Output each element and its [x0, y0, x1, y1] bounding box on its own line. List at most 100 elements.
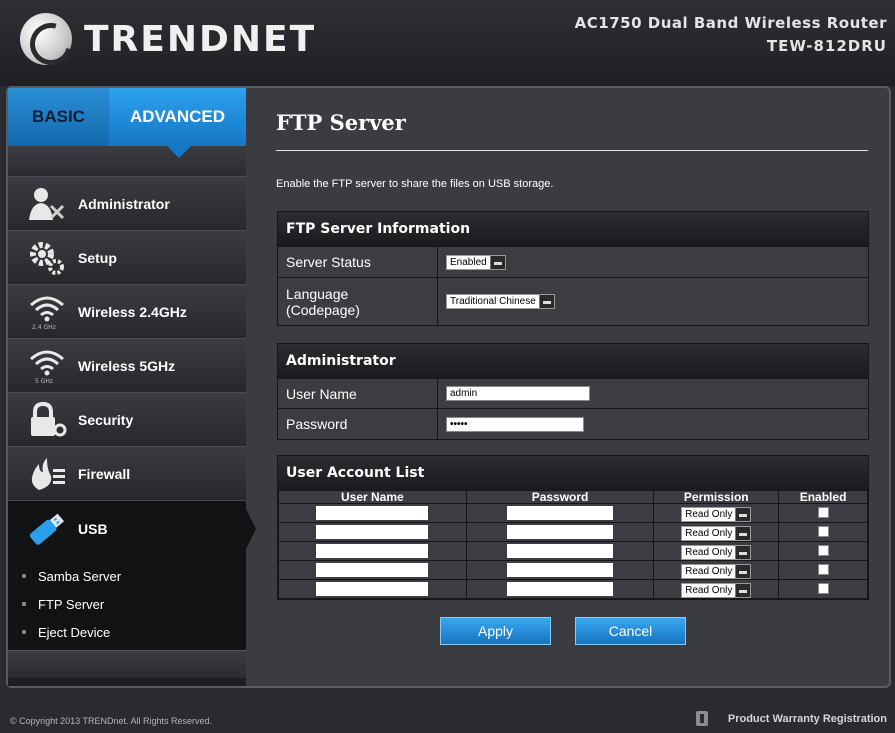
submenu-item-eject-device[interactable]: Eject Device — [8, 618, 246, 646]
sidebar-item-firewall[interactable]: Firewall — [8, 446, 246, 500]
sidebar-item-label: Wireless 5GHz — [78, 357, 176, 374]
tab-basic[interactable]: BASIC — [8, 88, 109, 146]
field-value: Traditional Chinese — [438, 278, 868, 325]
wifi-icon: 5 GHz — [22, 346, 72, 386]
dropdown-arrow-icon — [538, 295, 554, 308]
tab-advanced[interactable]: ADVANCED — [109, 88, 246, 158]
select-value: Traditional Chinese — [450, 296, 536, 307]
sidebar-item-label: Security — [78, 411, 134, 428]
dropdown-arrow-icon — [735, 565, 751, 578]
title-divider — [276, 150, 868, 151]
account-enabled-checkbox[interactable] — [817, 545, 829, 557]
column-header: Enabled — [778, 490, 868, 504]
user-account-list-section: User Account List User Name Password Per… — [277, 455, 869, 600]
svg-text:5 GHz: 5 GHz — [35, 378, 53, 385]
sidebar-item-security[interactable]: Security — [8, 392, 246, 446]
sidebar-item-administrator[interactable]: Administrator — [8, 176, 246, 230]
table-header-row: User Name Password Permission Enabled — [278, 490, 868, 504]
account-password-input[interactable] — [507, 581, 614, 596]
trendnet-badge-icon — [695, 711, 708, 726]
account-username-input[interactable] — [316, 581, 429, 596]
warranty-registration-link[interactable]: Product Warranty Registration — [695, 711, 887, 726]
account-permission-select[interactable]: Read Only — [681, 564, 752, 579]
account-enabled-checkbox[interactable] — [817, 507, 829, 519]
user-account-table: User Name Password Permission Enabled Re… — [278, 490, 868, 599]
account-enabled-checkbox[interactable] — [817, 526, 829, 538]
account-password-input[interactable] — [507, 524, 614, 539]
language-select[interactable]: Traditional Chinese — [446, 294, 555, 309]
submenu-item-label: Eject Device — [38, 624, 111, 640]
sidebar-item-wireless-24ghz[interactable]: 2.4 GHz Wireless 2.4GHz — [8, 284, 246, 338]
table-row: Read Only — [278, 560, 868, 580]
column-header: Password — [465, 490, 655, 504]
firewall-icon — [22, 454, 72, 494]
administrator-section: Administrator User Name admin Password •… — [277, 343, 869, 440]
model-number: TEW-812DRU — [766, 37, 887, 55]
server-status-select[interactable]: Enabled — [446, 254, 506, 270]
copyright-text: © Copyright 2013 TRENDnet. All Rights Re… — [10, 716, 213, 726]
sidebar-item-label: Setup — [78, 249, 117, 266]
sidebar-item-usb[interactable]: USB — [8, 500, 256, 556]
select-value: Read Only — [685, 547, 733, 558]
account-permission-select[interactable]: Read Only — [681, 583, 752, 598]
account-permission-select[interactable]: Read Only — [681, 545, 752, 560]
warranty-label: Product Warranty Registration — [727, 712, 887, 725]
account-enabled-checkbox[interactable] — [817, 583, 829, 595]
submenu-item-ftp-server[interactable]: FTP Server — [8, 590, 246, 618]
mode-tabs: BASIC ADVANCED — [8, 88, 246, 158]
sidebar-item-wireless-5ghz[interactable]: 5 GHz Wireless 5GHz — [8, 338, 246, 392]
account-username-input[interactable] — [316, 524, 429, 539]
dropdown-arrow-icon — [735, 546, 751, 559]
dropdown-arrow-icon — [735, 584, 751, 597]
table-row: Read Only — [278, 503, 868, 523]
field-label: Server Status — [278, 247, 438, 277]
product-name: AC1750 Dual Band Wireless Router — [574, 14, 887, 32]
tab-spacer — [8, 146, 246, 176]
select-value: Read Only — [685, 585, 733, 596]
account-username-input[interactable] — [316, 505, 429, 520]
account-permission-select[interactable]: Read Only — [681, 526, 752, 541]
model-info: AC1750 Dual Band Wireless Router TEW-812… — [575, 14, 887, 55]
account-username-input[interactable] — [316, 562, 429, 577]
account-enabled-checkbox[interactable] — [817, 564, 829, 576]
account-password-input[interactable] — [507, 505, 614, 520]
table-row: Read Only — [278, 522, 868, 542]
administrator-icon — [22, 184, 72, 224]
submenu-item-samba-server[interactable]: Samba Server — [8, 562, 246, 590]
sidebar-item-label: Administrator — [78, 195, 170, 212]
column-header: Permission — [653, 490, 780, 504]
section-heading: User Account List — [278, 456, 868, 490]
lock-icon — [22, 400, 72, 440]
table-row: Read Only — [278, 541, 868, 561]
field-label: User Name — [278, 379, 438, 408]
cancel-button[interactable]: Cancel — [575, 617, 686, 645]
field-value: Enabled — [438, 247, 868, 277]
dropdown-arrow-icon — [735, 527, 751, 540]
apply-button[interactable]: Apply — [440, 617, 551, 645]
wifi-icon: 2.4 GHz — [22, 292, 72, 332]
field-value: admin — [438, 379, 868, 408]
select-value: Read Only — [685, 566, 733, 577]
account-username-input[interactable] — [316, 543, 429, 558]
select-value: Read Only — [685, 509, 733, 520]
admin-password-input[interactable]: ••••• — [446, 416, 584, 432]
select-value: Enabled — [450, 256, 487, 268]
table-row: Read Only — [278, 579, 868, 599]
codepage-label: (Codepage) — [286, 301, 360, 318]
account-permission-select[interactable]: Read Only — [681, 507, 752, 522]
trendnet-logo[interactable]: TRENDNET — [20, 13, 317, 65]
admin-username-input[interactable]: admin — [446, 386, 590, 401]
sidebar-item-setup[interactable]: Setup — [8, 230, 246, 284]
account-password-input[interactable] — [507, 543, 614, 558]
section-heading: Administrator — [278, 344, 868, 378]
account-password-input[interactable] — [507, 562, 614, 577]
sidebar-footer — [8, 650, 246, 678]
brand-name: TRENDNET — [84, 18, 317, 60]
column-header: User Name — [278, 490, 467, 504]
usb-submenu: Samba Server FTP Server Eject Device — [8, 556, 246, 650]
header: TRENDNET AC1750 Dual Band Wireless Route… — [0, 0, 895, 86]
sidebar-item-label: Firewall — [78, 465, 131, 482]
field-value: ••••• — [438, 409, 868, 439]
sidebar-item-label: Wireless 2.4GHz — [78, 303, 187, 320]
select-value: Read Only — [685, 528, 733, 539]
